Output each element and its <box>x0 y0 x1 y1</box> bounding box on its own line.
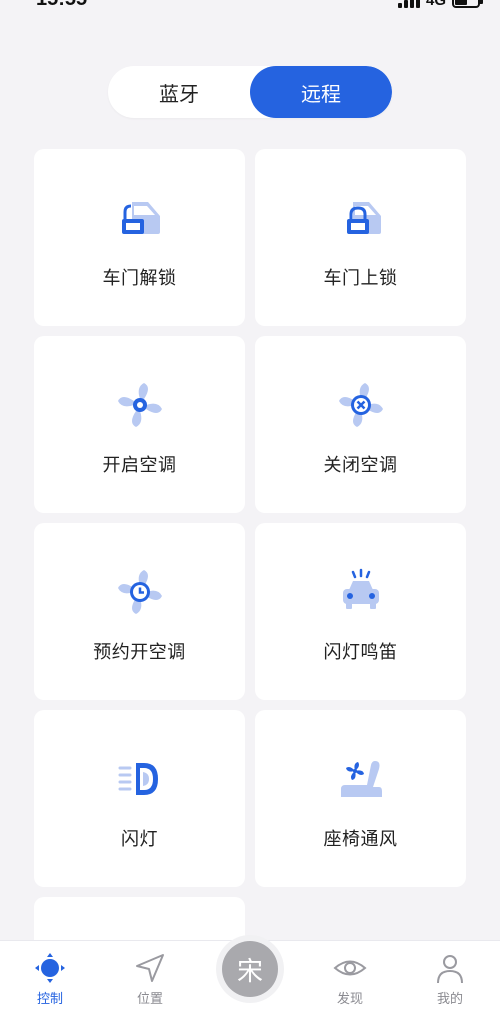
nav-discover-label: 发现 <box>336 992 363 1007</box>
ac-on-button[interactable]: 开启空调 <box>34 336 245 513</box>
tab-bluetooth[interactable]: 蓝牙 <box>108 66 250 118</box>
control-grid: 车门解锁 车门上锁 开启空调 关闭空调 预约开空调 闪灯鸣笛 闪灯 座椅通风 <box>34 149 466 947</box>
ac-off-icon <box>338 382 383 427</box>
status-bar: 15:55 4G <box>0 0 500 14</box>
battery-icon <box>452 0 483 8</box>
eye-icon <box>333 960 367 976</box>
door-lock-button[interactable]: 车门上锁 <box>255 149 466 326</box>
flash-horn-button[interactable]: 闪灯鸣笛 <box>255 523 466 700</box>
status-time: 15:55 <box>36 0 87 11</box>
seat-ventilation-label: 座椅通风 <box>323 828 398 850</box>
control-icon <box>35 953 65 983</box>
nav-profile-label: 我的 <box>436 992 463 1007</box>
door-lock-label: 车门上锁 <box>323 267 398 289</box>
flash-lights-button[interactable]: 闪灯 <box>34 710 245 887</box>
status-indicators: 4G <box>397 0 483 9</box>
door-unlock-label: 车门解锁 <box>102 267 177 289</box>
door-lock-icon <box>346 201 381 234</box>
ac-schedule-icon <box>117 569 162 614</box>
ac-off-button[interactable]: 关闭空调 <box>255 336 466 513</box>
connection-mode-switch: 蓝牙 远程 <box>108 66 392 118</box>
location-icon <box>136 954 164 982</box>
nav-control-label: 控制 <box>36 992 63 1007</box>
nav-location-label: 位置 <box>136 992 163 1007</box>
nav-location[interactable]: 位置 <box>110 951 190 1007</box>
tab-remote[interactable]: 远程 <box>250 66 392 118</box>
center-brand-button[interactable]: 宋 <box>222 941 278 997</box>
nav-control[interactable]: 控制 <box>10 951 90 1007</box>
ac-schedule-label: 预约开空调 <box>93 641 186 663</box>
signal-icon <box>397 0 420 8</box>
door-unlock-button[interactable]: 车门解锁 <box>34 149 245 326</box>
seat-ventilation-icon <box>340 760 382 797</box>
flash-horn-icon <box>342 568 379 609</box>
user-icon <box>437 955 463 984</box>
network-type: 4G <box>425 0 446 9</box>
seat-ventilation-button[interactable]: 座椅通风 <box>255 710 466 887</box>
headlight-icon <box>118 762 158 795</box>
door-unlock-icon <box>121 201 160 234</box>
ac-off-label: 关闭空调 <box>323 454 398 476</box>
center-brand-glyph: 宋 <box>236 956 263 987</box>
nav-profile[interactable]: 我的 <box>410 951 490 1007</box>
ac-on-icon <box>117 382 162 427</box>
ac-on-label: 开启空调 <box>102 454 177 476</box>
flash-horn-label: 闪灯鸣笛 <box>323 641 398 663</box>
ac-schedule-button[interactable]: 预约开空调 <box>34 523 245 700</box>
flash-lights-label: 闪灯 <box>121 828 158 850</box>
nav-discover[interactable]: 发现 <box>310 951 390 1007</box>
